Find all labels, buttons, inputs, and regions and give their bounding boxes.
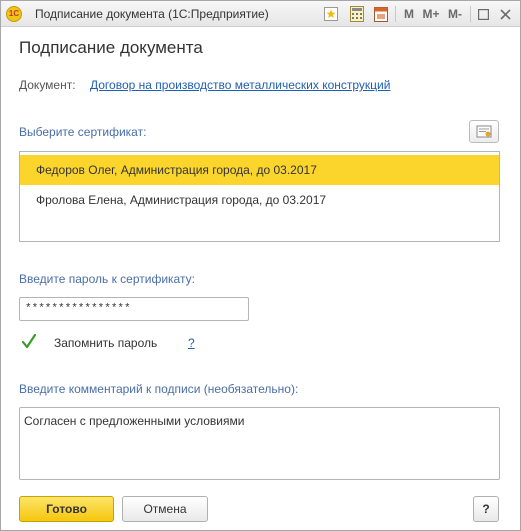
certificate-item[interactable]: Федоров Олег, Администрация города, до 0… — [20, 155, 499, 185]
calculator-icon[interactable] — [349, 5, 365, 23]
checkmark-icon — [21, 333, 37, 349]
memory-m-button[interactable]: M — [402, 5, 416, 23]
title-bar[interactable]: 1С Подписание документа (1С:Предприятие)… — [1, 1, 520, 27]
password-label: Введите пароль к сертификату: — [19, 272, 195, 286]
window-title: Подписание документа (1С:Предприятие) — [35, 7, 269, 21]
document-label: Документ: — [19, 78, 76, 92]
document-link[interactable]: Договор на производство металлических ко… — [90, 78, 390, 92]
done-button[interactable]: Готово — [19, 496, 114, 522]
app-logo-icon[interactable]: 1С — [6, 6, 22, 22]
certificate-icon — [476, 125, 492, 138]
memory-plus-button[interactable]: M+ — [421, 5, 441, 23]
toolbar-separator — [470, 6, 471, 22]
remember-password-label[interactable]: Запомнить пароль — [54, 336, 157, 350]
maximize-icon[interactable] — [476, 5, 490, 23]
comment-label: Введите комментарий к подписи (необязате… — [19, 382, 299, 396]
calendar-icon[interactable] — [373, 5, 389, 23]
close-icon[interactable] — [498, 5, 512, 23]
toolbar-separator — [395, 6, 396, 22]
certificate-list[interactable]: Федоров Олег, Администрация города, до 0… — [19, 151, 500, 242]
dialog-window: 1С Подписание документа (1С:Предприятие)… — [0, 0, 521, 531]
certificate-item[interactable]: Фролова Елена, Администрация города, до … — [20, 185, 499, 215]
remember-password-checkbox[interactable] — [21, 333, 37, 350]
certificate-label: Выберите сертификат: — [19, 125, 147, 139]
page-title: Подписание документа — [19, 38, 203, 57]
help-button[interactable]: ? — [473, 496, 499, 522]
memory-minus-button[interactable]: M- — [445, 5, 465, 23]
certificate-view-button[interactable] — [469, 120, 499, 143]
password-field[interactable]: **************** — [19, 297, 249, 321]
cancel-button[interactable]: Отмена — [122, 496, 208, 522]
password-help-link[interactable]: ? — [188, 336, 195, 350]
comment-field[interactable]: Согласен с предложенными условиями — [19, 407, 500, 480]
star-icon[interactable] — [323, 5, 339, 23]
